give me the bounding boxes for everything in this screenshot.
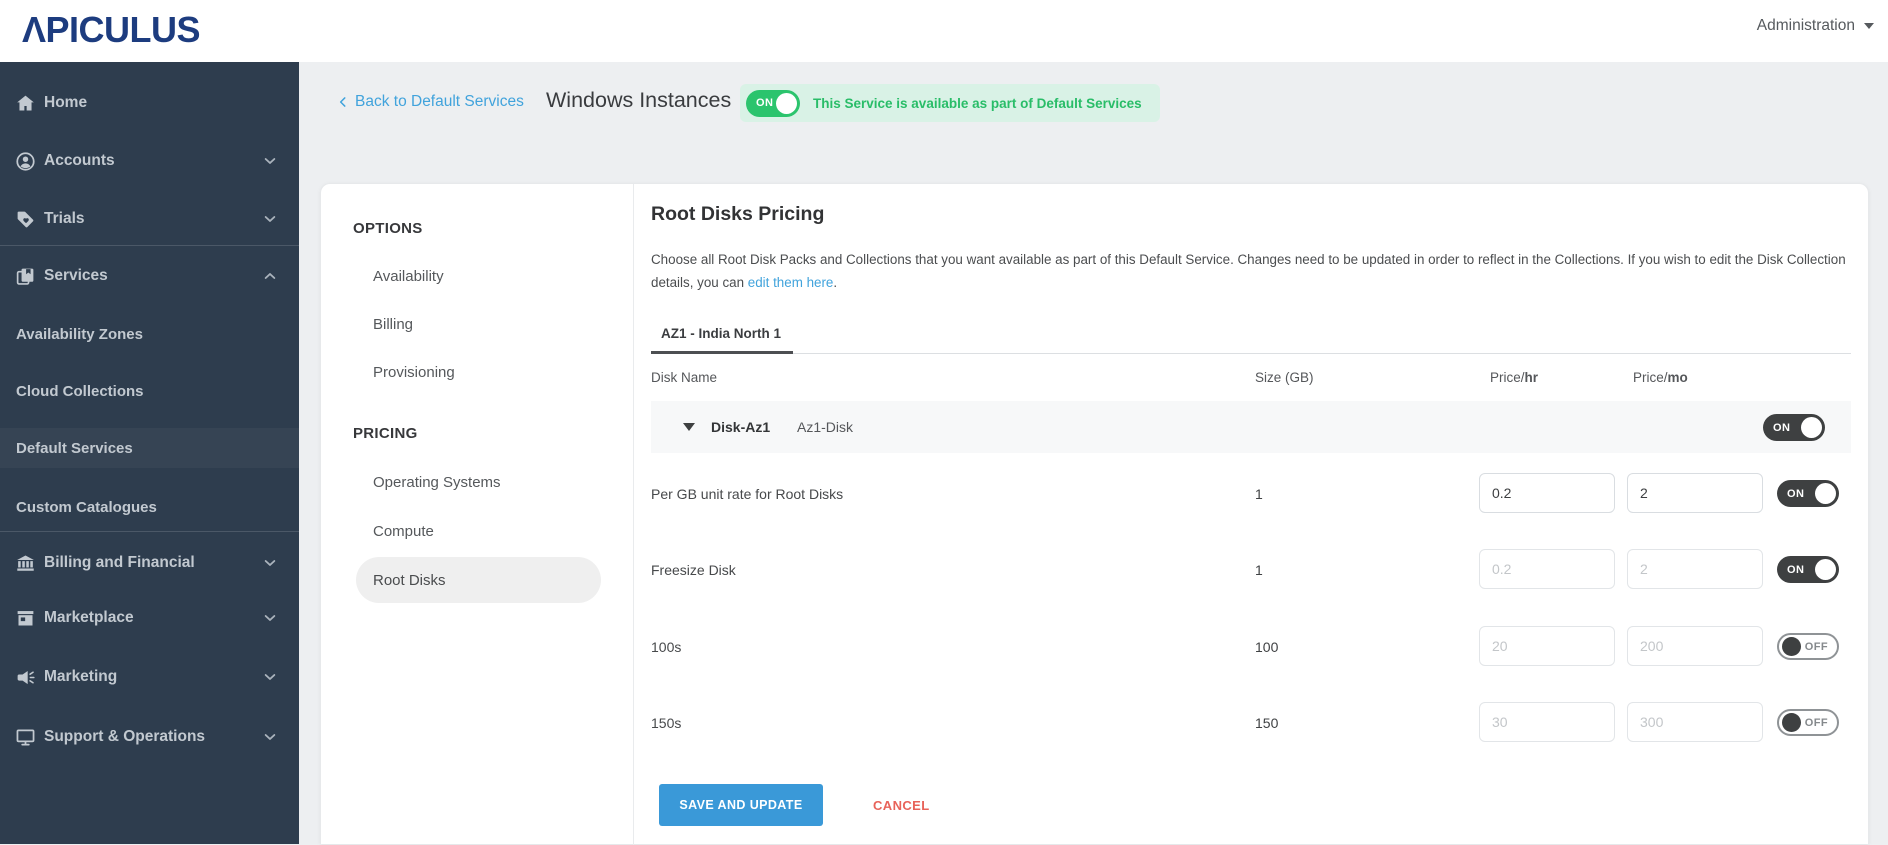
service-availability-badge: ON This Service is available as part of … [740, 84, 1160, 122]
table-row-per-gb: Per GB unit rate for Root Disks 1 ON [651, 455, 1851, 531]
section-description: Choose all Root Disk Packs and Collectio… [651, 252, 1846, 290]
price-mo-input[interactable] [1627, 549, 1763, 589]
sidebar-item-availability-zones[interactable]: Availability Zones [0, 314, 299, 354]
nav-item-root-disks-selected[interactable]: Root Disks [356, 557, 601, 603]
chevron-left-icon [336, 95, 350, 109]
row-toggle[interactable]: ON [1777, 556, 1839, 583]
section-title: Root Disks Pricing [651, 203, 825, 225]
edit-them-here-link[interactable]: edit them here [748, 275, 834, 290]
price-hr-input[interactable] [1479, 702, 1615, 742]
nav-item-operating-systems[interactable]: Operating Systems [373, 474, 501, 491]
toggle-knob [1801, 417, 1822, 438]
sidebar-item-marketing[interactable]: Marketing [0, 657, 299, 697]
disk-group-subtitle: Az1-Disk [797, 419, 854, 435]
top-bar: ΛPICULUS Administration [0, 0, 1888, 62]
chevron-down-icon [262, 211, 278, 227]
disk-group-toggle[interactable]: ON [1763, 414, 1825, 441]
back-to-default-services-link[interactable]: Back to Default Services [336, 93, 524, 111]
price-mo-input[interactable] [1627, 702, 1763, 742]
column-header-disk-name: Disk Name [651, 370, 718, 385]
table-row-freesize-disk: Freesize Disk 1 ON [651, 531, 1851, 607]
sidebar-divider [0, 531, 299, 532]
content-card: OPTIONS Availability Billing Provisionin… [320, 183, 1869, 845]
column-header-size-gb: Size (GB) [1255, 370, 1314, 385]
service-toggle[interactable]: ON [746, 89, 800, 117]
price-mo-input[interactable] [1627, 473, 1763, 513]
sidebar-item-billing-and-financial[interactable]: Billing and Financial [0, 543, 299, 583]
chevron-down-icon [262, 610, 278, 626]
price-hr-input[interactable] [1479, 473, 1615, 513]
cancel-button[interactable]: CANCEL [873, 798, 930, 813]
chevron-down-icon [1864, 23, 1874, 29]
az-tab-bar: AZ1 - India North 1 [651, 318, 1851, 354]
save-and-update-button[interactable]: SAVE AND UPDATE [659, 784, 823, 826]
storefront-icon [13, 608, 37, 629]
administration-menu[interactable]: Administration [1757, 17, 1874, 35]
chevron-down-icon [262, 555, 278, 571]
disk-group-name: Disk-Az1 [711, 419, 771, 435]
sidebar-divider [0, 245, 299, 246]
table-row-150s: 150s 150 OFF [651, 684, 1851, 760]
row-toggle[interactable]: ON [1777, 480, 1839, 507]
sidebar-item-support-operations[interactable]: Support & Operations [0, 717, 299, 757]
bank-icon [13, 553, 37, 574]
chevron-down-icon [262, 669, 278, 685]
sidebar-item-home[interactable]: Home [0, 83, 299, 123]
home-icon [13, 93, 37, 114]
sidebar-item-marketplace[interactable]: Marketplace [0, 598, 299, 638]
nav-item-compute[interactable]: Compute [373, 523, 434, 540]
collapse-triangle-icon[interactable] [683, 423, 695, 431]
sidebar-item-accounts[interactable]: Accounts [0, 141, 299, 181]
table-row-100s: 100s 100 OFF [651, 608, 1851, 684]
column-header-price-hr: Price/hr [1490, 370, 1539, 385]
sidebar-item-custom-catalogues[interactable]: Custom Catalogues [0, 487, 299, 527]
tab-az1-india-north-1[interactable]: AZ1 - India North 1 [651, 318, 794, 354]
toggle-knob [1815, 559, 1836, 580]
toggle-knob [1815, 483, 1836, 504]
chevron-down-icon [262, 729, 278, 745]
price-mo-input[interactable] [1627, 626, 1763, 666]
price-hr-input[interactable] [1479, 626, 1615, 666]
options-section-title: OPTIONS [353, 220, 423, 237]
administration-label: Administration [1756, 17, 1855, 34]
megaphone-icon [13, 667, 37, 688]
apiculus-logo: ΛPICULUS [22, 9, 201, 50]
services-icon [13, 266, 37, 287]
pricing-section-title: PRICING [353, 425, 418, 442]
price-hr-input[interactable] [1479, 549, 1615, 589]
nav-item-availability[interactable]: Availability [373, 268, 444, 285]
sidebar-item-trials[interactable]: Trials [0, 199, 299, 239]
nav-item-billing[interactable]: Billing [373, 316, 413, 333]
service-status-text: This Service is available as part of Def… [813, 95, 1142, 111]
monitor-icon [13, 727, 37, 748]
panel-divider [633, 184, 634, 845]
chevron-up-icon [262, 268, 278, 284]
user-icon [13, 151, 37, 172]
row-toggle[interactable]: OFF [1777, 633, 1839, 660]
sidebar-item-cloud-collections[interactable]: Cloud Collections [0, 371, 299, 411]
toggle-knob [1782, 637, 1801, 656]
sidebar: Home Accounts Trials Services Availabili… [0, 62, 299, 844]
nav-item-provisioning[interactable]: Provisioning [373, 364, 455, 381]
sidebar-item-services[interactable]: Services [0, 256, 299, 296]
sidebar-item-default-services[interactable]: Default Services [0, 428, 299, 468]
row-toggle[interactable]: OFF [1777, 709, 1839, 736]
toggle-knob [1782, 713, 1801, 732]
column-header-price-mo: Price/mo [1633, 370, 1688, 385]
chevron-down-icon [262, 153, 278, 169]
disk-group-row: Disk-Az1 Az1-Disk ON [651, 401, 1851, 453]
toggle-knob [776, 92, 797, 114]
tag-heart-icon [13, 209, 37, 230]
page-title: Windows Instances [546, 88, 732, 112]
